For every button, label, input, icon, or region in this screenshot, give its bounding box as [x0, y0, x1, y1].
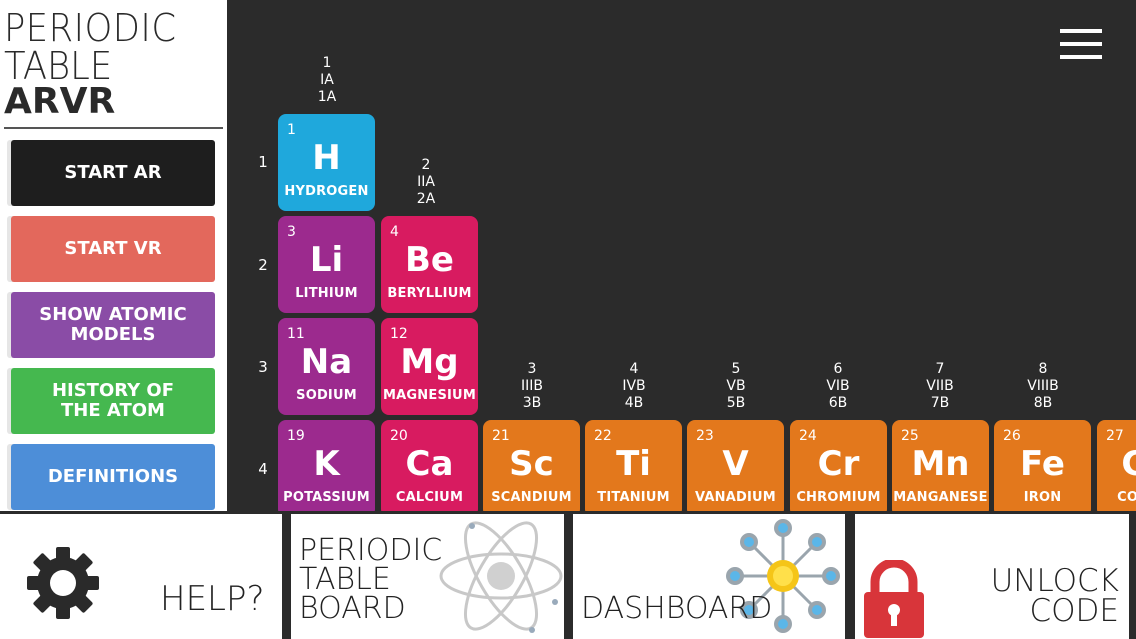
history-label-line1: HISTORY OF	[51, 380, 175, 401]
period-label: 2	[258, 256, 268, 274]
periodic-table-board-card[interactable]: PERIODIC TABLE BOARD	[291, 514, 564, 639]
element-tile-beryllium[interactable]: 4 Be BERYLLIUM	[381, 216, 478, 313]
show-atomic-models-button[interactable]: SHOW ATOMIC MODELS	[11, 292, 215, 358]
atomic-number: 24	[799, 428, 817, 444]
element-name: MANGANESE	[893, 490, 988, 505]
element-name: TITANIUM	[597, 490, 670, 505]
element-name: POTASSIUM	[283, 490, 370, 505]
padlock-icon	[864, 560, 924, 638]
element-tile-lithium[interactable]: 3 Li LITHIUM	[278, 216, 375, 313]
app-logo-line2: TABLE	[4, 44, 113, 88]
atomic-number: 27	[1106, 428, 1124, 444]
atomic-number: 20	[390, 428, 408, 444]
element-tile-chromium[interactable]: 24 Cr CHROMIUM	[790, 420, 887, 511]
element-symbol: Ti	[616, 444, 651, 484]
bottom-bar: HELP? PERIODIC TABLE BOARD DASHBOARD UNL…	[0, 511, 1136, 639]
period-label: 1	[258, 153, 268, 171]
atomic-number: 1	[287, 122, 296, 138]
start-ar-button[interactable]: START AR	[11, 140, 215, 206]
atomic-number: 12	[390, 326, 408, 342]
element-symbol: Na	[300, 342, 353, 382]
element-symbol: H	[312, 138, 341, 178]
atomic-number: 11	[287, 326, 305, 342]
element-name: IRON	[1023, 490, 1062, 505]
element-tile-calcium[interactable]: 20 Ca CALCIUM	[381, 420, 478, 511]
help-label: HELP?	[160, 579, 265, 619]
logo-divider	[4, 127, 223, 129]
element-symbol: Cr	[817, 444, 860, 484]
element-symbol: Mg	[400, 342, 459, 382]
atomic-number: 22	[594, 428, 612, 444]
help-card[interactable]: HELP?	[0, 514, 282, 639]
atomic-number: 4	[390, 224, 399, 240]
dashboard-card[interactable]: DASHBOARD	[573, 514, 845, 639]
definitions-button[interactable]: DEFINITIONS	[11, 444, 215, 510]
atomic-number: 26	[1003, 428, 1021, 444]
group-label: 7 VIIB 7B	[926, 361, 954, 411]
element-symbol: K	[313, 444, 340, 484]
left-panel: PERIODIC TABLE ARVR START AR START VR SH…	[0, 0, 227, 511]
element-symbol: V	[722, 444, 749, 484]
app-logo-line3: ARVR	[4, 81, 116, 122]
start-ar-label: START AR	[64, 162, 162, 183]
element-tile-vanadium[interactable]: 23 V VANADIUM	[687, 420, 784, 511]
element-name: LITHIUM	[295, 286, 358, 301]
element-tile-magnesium[interactable]: 12 Mg MAGNESIUM	[381, 318, 478, 415]
element-tile-scandium[interactable]: 21 Sc SCANDIUM	[483, 420, 580, 511]
atomic-number: 3	[287, 224, 296, 240]
start-vr-button[interactable]: START VR	[11, 216, 215, 282]
atomic-number: 25	[901, 428, 919, 444]
element-symbol: Fe	[1020, 444, 1065, 484]
element-tile-sodium[interactable]: 11 Na SODIUM	[278, 318, 375, 415]
group-label: 1 IA 1A	[317, 55, 337, 105]
element-name: CHROMIUM	[796, 490, 881, 505]
element-tile-cobalt[interactable]: 27Co COBALT	[1097, 420, 1136, 511]
element-symbol: Li	[309, 240, 344, 280]
unlock-code-label: UNLOCK CODE	[990, 563, 1119, 629]
period-label: 3	[258, 358, 268, 376]
element-tile-manganese[interactable]: 25 Mn MANGANESE	[892, 420, 989, 511]
element-symbol: Be	[405, 240, 454, 280]
period-label: 4	[258, 460, 268, 478]
element-symbol: Ca	[405, 444, 454, 484]
element-name: HYDROGEN	[284, 184, 369, 199]
atomic-models-label-line1: SHOW ATOMIC	[39, 304, 187, 325]
atom-icon	[439, 521, 563, 633]
group-label: 4 IVB 4B	[622, 361, 646, 411]
atomic-number: 21	[492, 428, 510, 444]
app-logo-line1: PERIODIC	[4, 6, 177, 50]
element-name: MAGNESIUM	[383, 388, 476, 403]
group-label: 2 IIA 2A	[416, 157, 436, 207]
dashboard-label: DASHBOARD	[581, 591, 773, 626]
definitions-label: DEFINITIONS	[47, 466, 179, 487]
unlock-code-card[interactable]: UNLOCK CODE	[855, 514, 1129, 639]
history-of-atom-button[interactable]: HISTORY OF THE ATOM	[11, 368, 215, 434]
element-symbol: Co	[1121, 444, 1136, 484]
element-name: SCANDIUM	[491, 490, 572, 505]
element-name: VANADIUM	[695, 490, 776, 505]
element-name: CALCIUM	[395, 490, 464, 505]
group-label: 8 VIIIB 8B	[1027, 361, 1059, 411]
atomic-number: 23	[696, 428, 714, 444]
history-label-line2: THE ATOM	[61, 400, 165, 421]
group-label: 3 IIIB 3B	[521, 361, 543, 411]
element-tile-hydrogen[interactable]: 1 H HYDROGEN	[278, 114, 375, 211]
periodic-table-board-label: PERIODIC TABLE BOARD	[299, 533, 443, 626]
group-label: 6 VIB 6B	[826, 361, 850, 411]
element-name: COBALT	[1117, 490, 1136, 505]
gear-icon[interactable]	[26, 546, 100, 620]
periodic-table[interactable]: 1 IA 1A 2 IIA 2A 3 IIIB 3B 4 IVB 4B 5 VB 5B 6 VIB 6B…	[227, 0, 1136, 511]
element-symbol: Mn	[911, 444, 970, 484]
element-name: SODIUM	[296, 388, 357, 403]
element-tile-titanium[interactable]: 22 Ti TITANIUM	[585, 420, 682, 511]
hamburger-menu-icon[interactable]	[1060, 29, 1102, 59]
element-symbol: Sc	[509, 444, 554, 484]
group-label: 5 VB 5B	[726, 361, 746, 411]
element-tile-potassium[interactable]: 19 K POTASSIUM	[278, 420, 375, 511]
element-tile-iron[interactable]: 26 Fe IRON	[994, 420, 1091, 511]
element-name: BERYLLIUM	[387, 286, 472, 301]
atomic-models-label-line2: MODELS	[70, 324, 156, 345]
atomic-number: 19	[287, 428, 305, 444]
start-vr-label: START VR	[64, 238, 162, 259]
